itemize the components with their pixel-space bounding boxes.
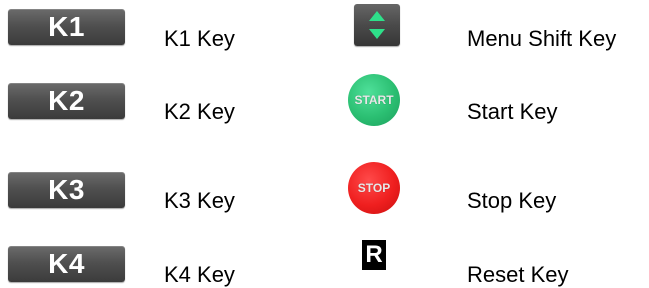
k3-key-button[interactable]: K3	[8, 172, 125, 208]
start-key-icon: START	[348, 74, 400, 126]
k3-key-label: K3 Key	[164, 188, 235, 213]
reset-key-label: Reset Key	[467, 262, 569, 287]
k2-key-button[interactable]: K2	[8, 83, 125, 119]
k4-key-button[interactable]: K4	[8, 246, 125, 282]
start-key[interactable]: START	[348, 74, 400, 126]
k4-key-label: K4 Key	[164, 262, 235, 287]
k2-key-label: K2 Key	[164, 99, 235, 124]
menu-shift-key-label: Menu Shift Key	[467, 26, 617, 51]
start-key-label: Start Key	[467, 99, 558, 124]
stop-key[interactable]: STOP	[348, 162, 400, 214]
menu-shift-key[interactable]	[354, 4, 400, 46]
reset-key-icon: R	[362, 240, 386, 270]
stop-key-label: Stop Key	[467, 188, 557, 213]
reset-key[interactable]: R	[362, 240, 386, 270]
k1-key-label: K1 Key	[164, 26, 235, 51]
start-key-text: START	[354, 93, 394, 107]
k1-key-button[interactable]: K1	[8, 9, 125, 45]
menu-shift-icon	[354, 4, 400, 46]
stop-key-icon: STOP	[348, 162, 400, 214]
stop-key-text: STOP	[357, 181, 391, 195]
